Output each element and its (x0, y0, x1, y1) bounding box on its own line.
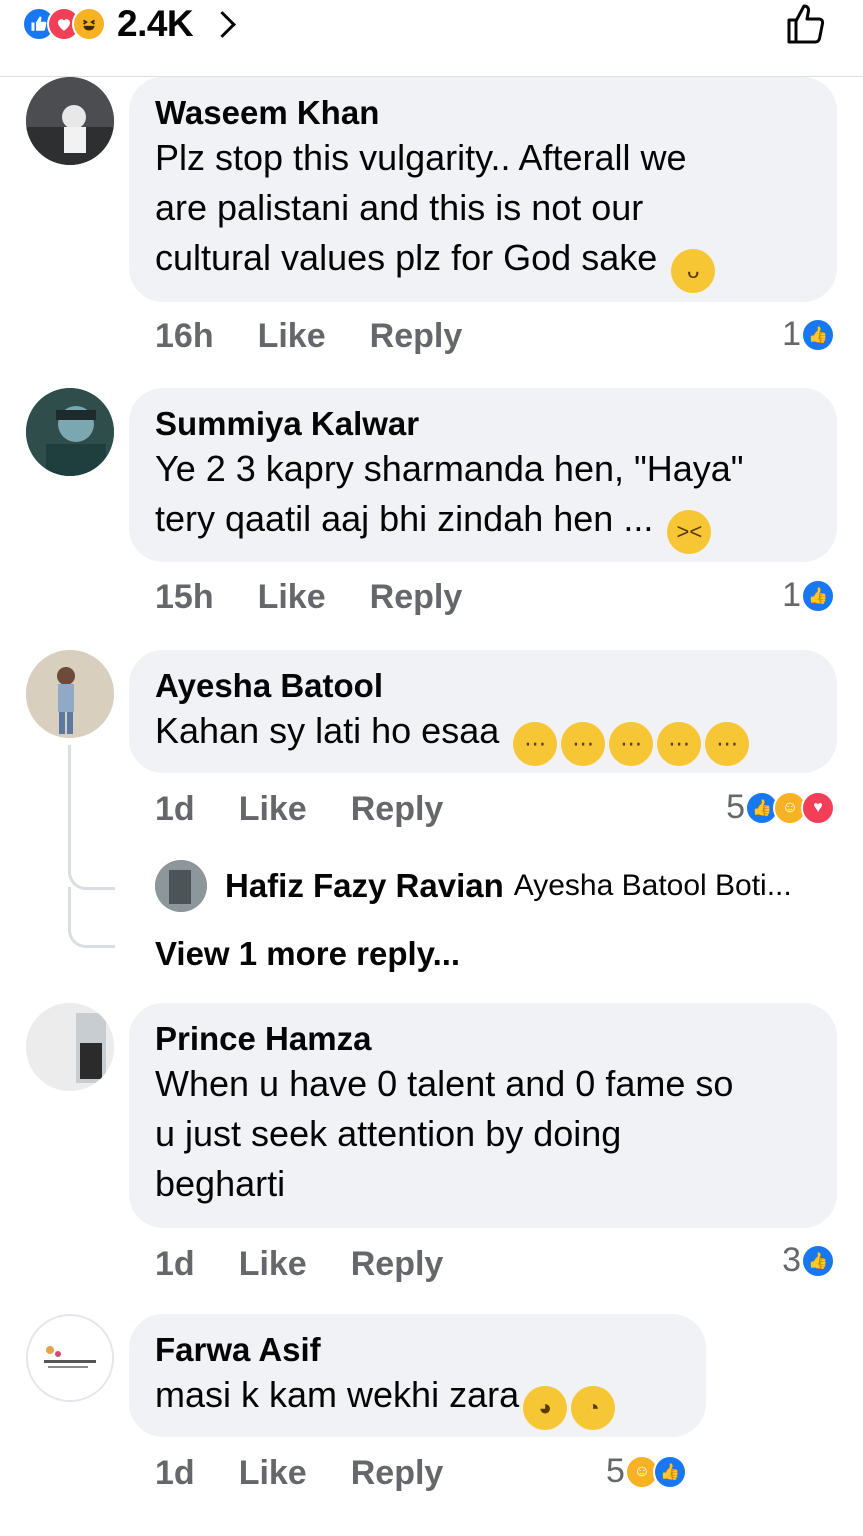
like-button[interactable]: Like (258, 317, 326, 356)
reaction-count: 1 (782, 576, 801, 614)
reaction-count: 5 (606, 1452, 625, 1490)
commenter-name[interactable]: Summiya Kalwar (155, 404, 811, 444)
zipper-mouth-face-icon: ⋯ (513, 722, 558, 766)
comment-reactions[interactable]: 1 👍 (782, 576, 835, 615)
avatar[interactable] (26, 1003, 114, 1091)
haha-icon (72, 7, 106, 41)
avatar[interactable] (26, 1314, 114, 1402)
squinting-tongue-face-icon: >< (667, 510, 712, 554)
reaction-count: 2.4K (117, 3, 194, 44)
commenter-name[interactable]: Prince Hamza (155, 1019, 811, 1059)
reply-button[interactable]: Reply (351, 790, 444, 829)
comment-actions: 1d Like Reply (155, 1245, 443, 1284)
pensive-face-icon: ᴗ (671, 249, 716, 293)
comment-actions: 16h Like Reply (155, 317, 462, 356)
reply-preview[interactable]: Hafiz Fazy Ravian Ayesha Batool Boti... (155, 860, 792, 912)
comment-bubble[interactable]: Summiya Kalwar Ye 2 3 kapry sharmanda he… (129, 388, 837, 562)
comment-bubble[interactable]: Prince Hamza When u have 0 talent and 0 … (129, 1003, 837, 1228)
timestamp[interactable]: 15h (155, 578, 214, 617)
reactions-header: 2.4K (0, 0, 863, 77)
thumbs-up-outline-icon[interactable] (781, 0, 829, 48)
zipper-mouth-face-icon: ⋯ (561, 722, 606, 766)
reaction-count: 3 (782, 1241, 801, 1279)
reply-text: Ayesha Batool Boti... (513, 869, 792, 902)
timestamp[interactable]: 1d (155, 1454, 195, 1493)
comment-text: Ye 2 3 kapry sharmanda hen, "Haya" tery … (155, 444, 811, 554)
thread-line (68, 745, 115, 890)
view-more-replies-link[interactable]: View 1 more reply... (155, 935, 460, 973)
avatar[interactable] (26, 77, 114, 165)
reply-button[interactable]: Reply (370, 578, 463, 617)
comment-reactions[interactable]: 1 👍 (782, 315, 835, 354)
comment-text: Plz stop this vulgarity.. Afterall we ar… (155, 133, 811, 293)
like-icon: 👍 (801, 317, 835, 352)
comment-bubble[interactable]: Waseem Khan Plz stop this vulgarity.. Af… (129, 77, 837, 302)
reply-button[interactable]: Reply (351, 1245, 444, 1284)
avatar[interactable] (155, 860, 207, 912)
comment-actions: 1d Like Reply (155, 790, 443, 829)
like-icon: 👍 (801, 1243, 835, 1278)
timestamp[interactable]: 1d (155, 790, 195, 829)
commenter-name[interactable]: Ayesha Batool (155, 666, 811, 706)
reaction-count: 1 (782, 315, 801, 353)
chevron-right-icon[interactable] (209, 10, 237, 38)
commenter-name[interactable]: Waseem Khan (155, 93, 811, 133)
commenter-name[interactable]: Farwa Asif (155, 1330, 680, 1370)
rolling-eyes-face-icon: ◔ (571, 1386, 616, 1430)
comment-text: masi k kam wekhi zara ◕ ◔ (155, 1370, 680, 1430)
comment-reactions[interactable]: 3 👍 (782, 1241, 835, 1280)
thread-line (68, 887, 115, 948)
zipper-mouth-face-icon: ⋯ (705, 722, 750, 766)
pleading-face-icon: ◕ (523, 1386, 568, 1430)
love-icon: ♥ (801, 790, 835, 825)
like-button[interactable]: Like (239, 1245, 307, 1284)
comment-bubble[interactable]: Ayesha Batool Kahan sy lati ho esaa ⋯ ⋯ ⋯ ⋯… (129, 650, 837, 773)
reply-button[interactable]: Reply (370, 317, 463, 356)
comment-text: When u have 0 talent and 0 fame so u jus… (155, 1063, 734, 1204)
avatar[interactable] (26, 650, 114, 738)
like-button[interactable]: Like (239, 1454, 307, 1493)
like-icon: 👍 (652, 1454, 687, 1489)
zipper-mouth-face-icon: ⋯ (657, 722, 702, 766)
timestamp[interactable]: 16h (155, 317, 214, 356)
reply-author-name[interactable]: Hafiz Fazy Ravian (225, 867, 504, 905)
comment-reactions[interactable]: 5 ☺ 👍 (606, 1452, 687, 1491)
reply-button[interactable]: Reply (351, 1454, 444, 1493)
like-button[interactable]: Like (239, 790, 307, 829)
comment-actions: 15h Like Reply (155, 578, 462, 617)
avatar[interactable] (26, 388, 114, 476)
comment-bubble[interactable]: Farwa Asif masi k kam wekhi zara ◕ ◔ (129, 1314, 706, 1437)
comment-reactions[interactable]: 5 👍 ☺ ♥ (726, 788, 835, 827)
zipper-mouth-face-icon: ⋯ (609, 722, 654, 766)
comment-actions: 1d Like Reply (155, 1454, 443, 1493)
like-button[interactable]: Like (258, 578, 326, 617)
timestamp[interactable]: 1d (155, 1245, 195, 1284)
comment-text: Kahan sy lati ho esaa ⋯ ⋯ ⋯ ⋯ ⋯ (155, 706, 811, 766)
reaction-summary[interactable]: 2.4K (22, 3, 237, 44)
like-icon: 👍 (801, 578, 835, 613)
reaction-count: 5 (726, 788, 745, 826)
